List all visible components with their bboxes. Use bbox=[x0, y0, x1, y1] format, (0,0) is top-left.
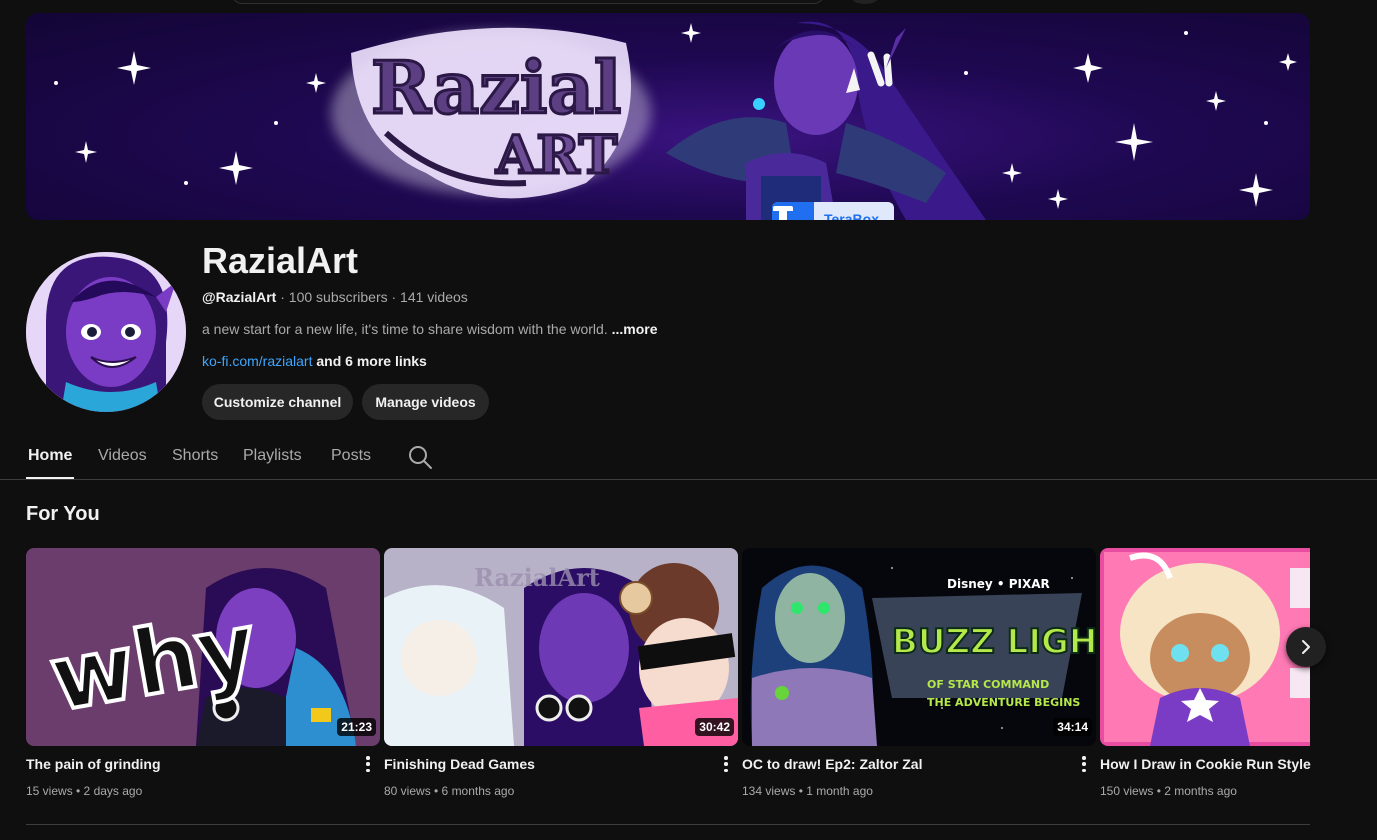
channel-meta: @RazialArt · 100 subscribers · 141 video… bbox=[202, 289, 468, 305]
video-title[interactable]: OC to draw! Ep2: Zaltor Zal bbox=[742, 756, 922, 772]
tab-shorts[interactable]: Shorts bbox=[172, 447, 218, 465]
more-vert-icon[interactable] bbox=[360, 754, 376, 774]
tab-home[interactable]: Home bbox=[28, 447, 72, 465]
terabox-label: TeraBox bbox=[824, 210, 879, 221]
chevron-right-icon bbox=[1302, 640, 1310, 654]
more-vert-icon[interactable] bbox=[718, 754, 734, 774]
thumbnail-art bbox=[1100, 548, 1310, 746]
kofi-link[interactable]: ko-fi.com/razialart bbox=[202, 353, 312, 369]
search-bar-edge[interactable] bbox=[232, 0, 824, 4]
voice-search-button-edge[interactable] bbox=[852, 0, 878, 4]
channel-tabs: Home Videos Shorts Playlists Posts bbox=[0, 440, 1377, 480]
channel-description[interactable]: a new start for a new life, it's time to… bbox=[202, 321, 658, 337]
video-duration: 30:42 bbox=[695, 718, 734, 736]
customize-channel-button[interactable]: Customize channel bbox=[202, 384, 353, 420]
video-thumbnail[interactable] bbox=[1100, 548, 1310, 746]
video-thumbnail[interactable]: why 21:23 bbox=[26, 548, 380, 746]
tab-posts[interactable]: Posts bbox=[331, 447, 371, 465]
video-thumbnail[interactable]: Disney • PIXAR BUZZ LIGHTYEAR OF STAR CO… bbox=[742, 548, 1096, 746]
tab-videos[interactable]: Videos bbox=[98, 447, 147, 465]
description-text: a new start for a new life, it's time to… bbox=[202, 321, 612, 337]
video-stats: 134 views • 1 month ago bbox=[742, 784, 873, 798]
video-title[interactable]: Finishing Dead Games bbox=[384, 756, 535, 772]
channel-avatar[interactable] bbox=[26, 252, 186, 412]
video-title[interactable]: How I Draw in Cookie Run Style bbox=[1100, 756, 1311, 772]
video-thumbnail[interactable]: RazialArt 30:42 bbox=[384, 548, 738, 746]
more-vert-icon[interactable] bbox=[1076, 754, 1092, 774]
terabox-badge[interactable]: TeraBox bbox=[772, 202, 894, 220]
svg-text:Disney • PIXAR: Disney • PIXAR bbox=[947, 577, 1050, 591]
thumbnail-art: Disney • PIXAR BUZZ LIGHTYEAR OF STAR CO… bbox=[742, 548, 1096, 746]
video-stats: 15 views • 2 days ago bbox=[26, 784, 143, 798]
next-button[interactable] bbox=[1286, 627, 1326, 667]
active-tab-indicator bbox=[26, 477, 74, 479]
video-duration: 21:23 bbox=[337, 718, 376, 736]
svg-text:ART: ART bbox=[495, 125, 618, 186]
thumb-text: BUZZ LIGHTYEAR bbox=[892, 622, 1096, 662]
video-stats: 150 views • 2 months ago bbox=[1100, 784, 1237, 798]
more-links-label[interactable]: and 6 more links bbox=[312, 353, 427, 369]
video-title[interactable]: The pain of grinding bbox=[26, 756, 161, 772]
section-divider bbox=[26, 824, 1310, 825]
svg-text:OF STAR COMMAND: OF STAR COMMAND bbox=[927, 678, 1049, 691]
thumb-text: RazialArt bbox=[474, 563, 600, 592]
banner-artwork: Razial ART bbox=[54, 21, 1297, 220]
channel-stats: · 100 subscribers · 141 videos bbox=[276, 289, 468, 305]
search-icon[interactable] bbox=[407, 444, 433, 470]
section-title: For You bbox=[26, 503, 100, 525]
channel-links[interactable]: ko-fi.com/razialart and 6 more links bbox=[202, 353, 427, 369]
channel-name: RazialArt bbox=[202, 240, 359, 281]
terabox-icon bbox=[772, 202, 814, 220]
svg-text:Razial: Razial bbox=[371, 45, 621, 130]
avatar-artwork bbox=[26, 252, 186, 412]
thumbnail-art: why bbox=[26, 548, 380, 746]
thumbnail-art: RazialArt bbox=[384, 548, 738, 746]
svg-text:THE ADVENTURE BEGINS: THE ADVENTURE BEGINS bbox=[927, 696, 1080, 709]
video-duration: 34:14 bbox=[1053, 718, 1092, 736]
channel-handle: @RazialArt bbox=[202, 289, 277, 305]
tab-playlists[interactable]: Playlists bbox=[243, 447, 302, 465]
channel-banner: Razial ART TeraBox bbox=[26, 13, 1310, 220]
description-more-link[interactable]: ...more bbox=[612, 321, 658, 337]
manage-videos-button[interactable]: Manage videos bbox=[362, 384, 489, 420]
video-stats: 80 views • 6 months ago bbox=[384, 784, 515, 798]
